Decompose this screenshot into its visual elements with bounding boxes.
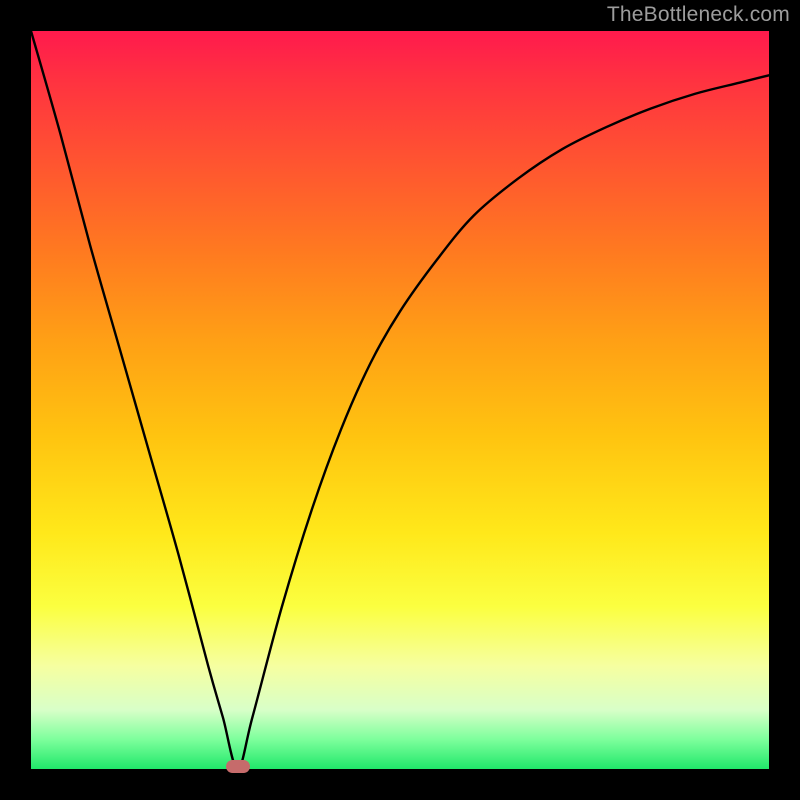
plot-area	[31, 31, 769, 769]
chart-frame: TheBottleneck.com	[0, 0, 800, 800]
watermark-text: TheBottleneck.com	[607, 3, 790, 27]
curve-svg	[31, 31, 769, 769]
optimum-marker	[226, 760, 250, 773]
bottleneck-curve	[31, 31, 769, 769]
